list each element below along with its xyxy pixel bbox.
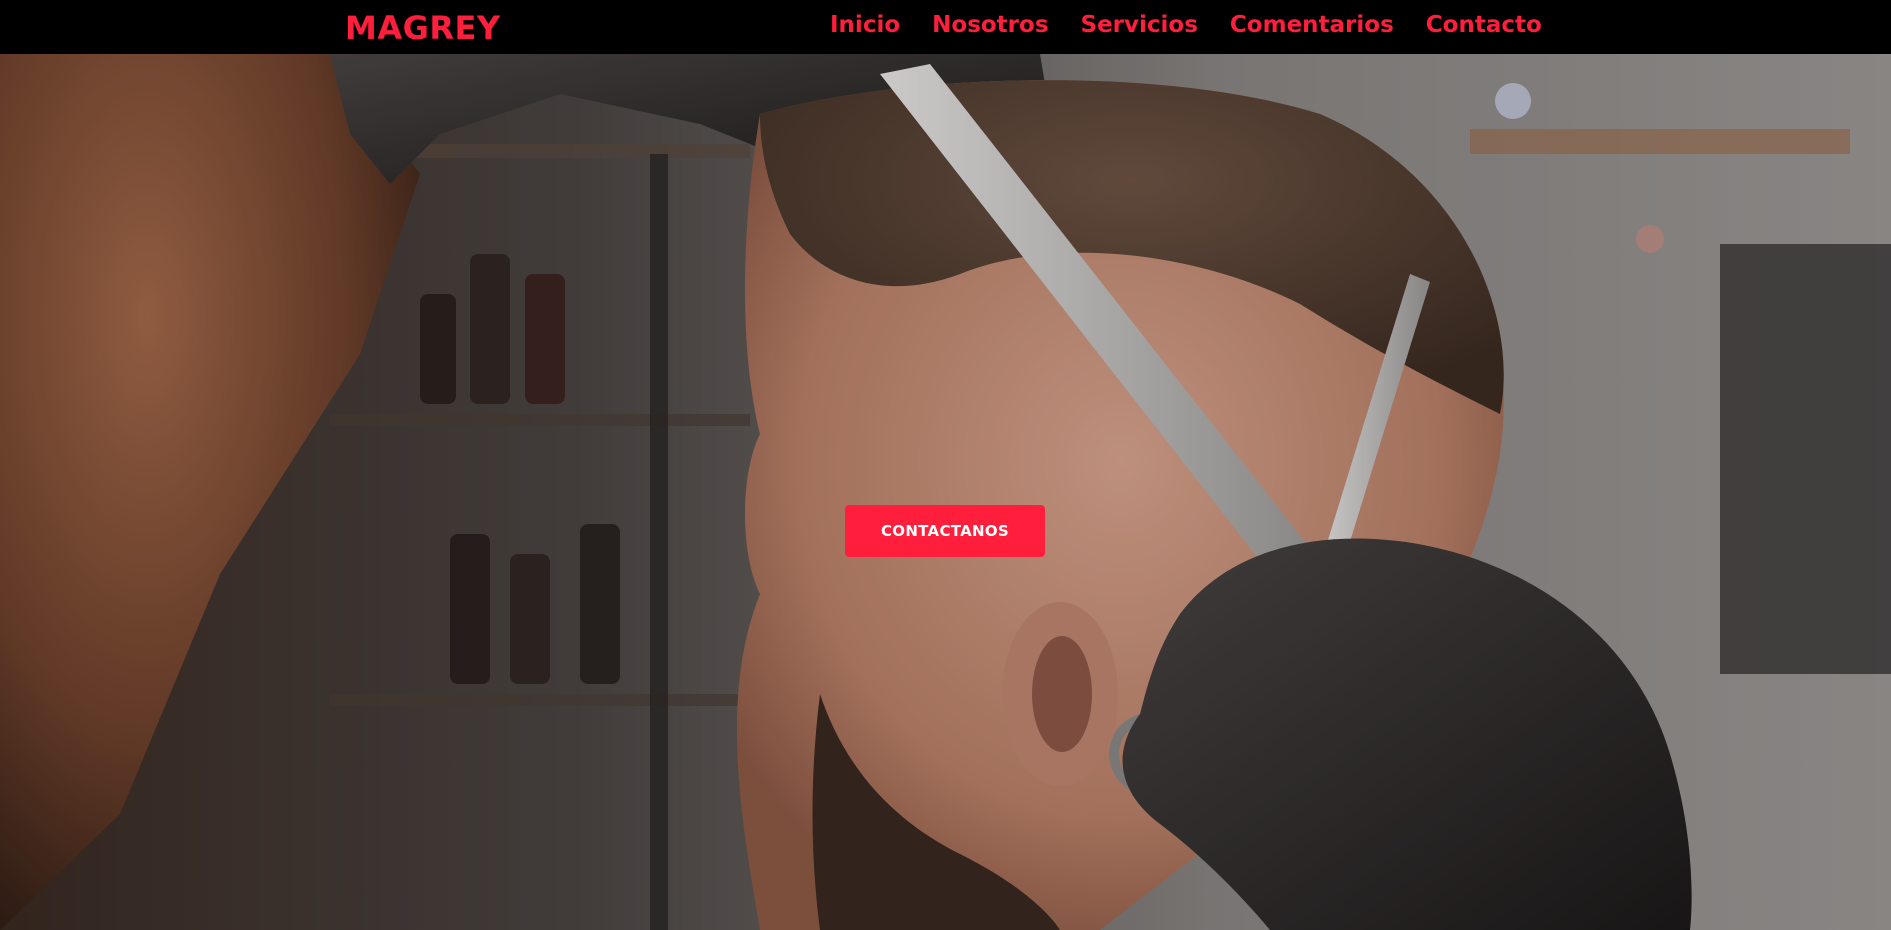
nav-item-nosotros: Nosotros [932,12,1048,38]
hero-section: CONTACTANOS [0,54,1891,930]
nav-item-comentarios: Comentarios [1230,12,1394,38]
nav-item-inicio: Inicio [830,12,900,38]
nav-link-comentarios[interactable]: Comentarios [1230,12,1394,38]
nav-item-contacto: Contacto [1426,12,1542,38]
hero-background-photo [0,54,1891,930]
contact-cta-button[interactable]: CONTACTANOS [845,505,1045,557]
nav-link-servicios[interactable]: Servicios [1081,12,1198,38]
brand-logo[interactable]: MAGREY [345,9,501,47]
nav-link-nosotros[interactable]: Nosotros [932,12,1048,38]
nav-link-inicio[interactable]: Inicio [830,12,900,38]
landing-page: MAGREY Inicio Nosotros Servicios Comenta… [0,0,1891,930]
nav-menu: Inicio Nosotros Servicios Comentarios Co… [830,12,1542,38]
top-navbar: MAGREY Inicio Nosotros Servicios Comenta… [0,0,1891,54]
nav-item-servicios: Servicios [1081,12,1198,38]
nav-link-contacto[interactable]: Contacto [1426,12,1542,38]
